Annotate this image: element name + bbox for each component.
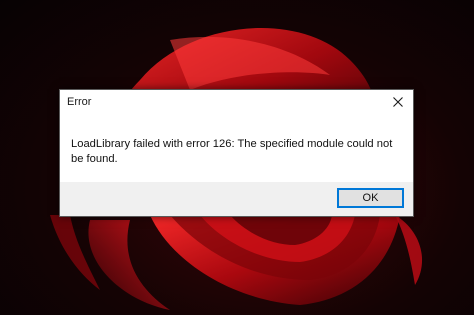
close-button[interactable] — [383, 90, 413, 114]
dialog-title: Error — [67, 96, 92, 108]
error-dialog: Error LoadLibrary failed with error 126:… — [59, 89, 414, 217]
error-message: LoadLibrary failed with error 126: The s… — [71, 138, 393, 165]
close-icon — [393, 97, 403, 107]
ok-button[interactable]: OK — [337, 188, 404, 208]
dialog-footer: OK — [60, 182, 413, 216]
dialog-title-bar[interactable]: Error — [60, 90, 413, 116]
